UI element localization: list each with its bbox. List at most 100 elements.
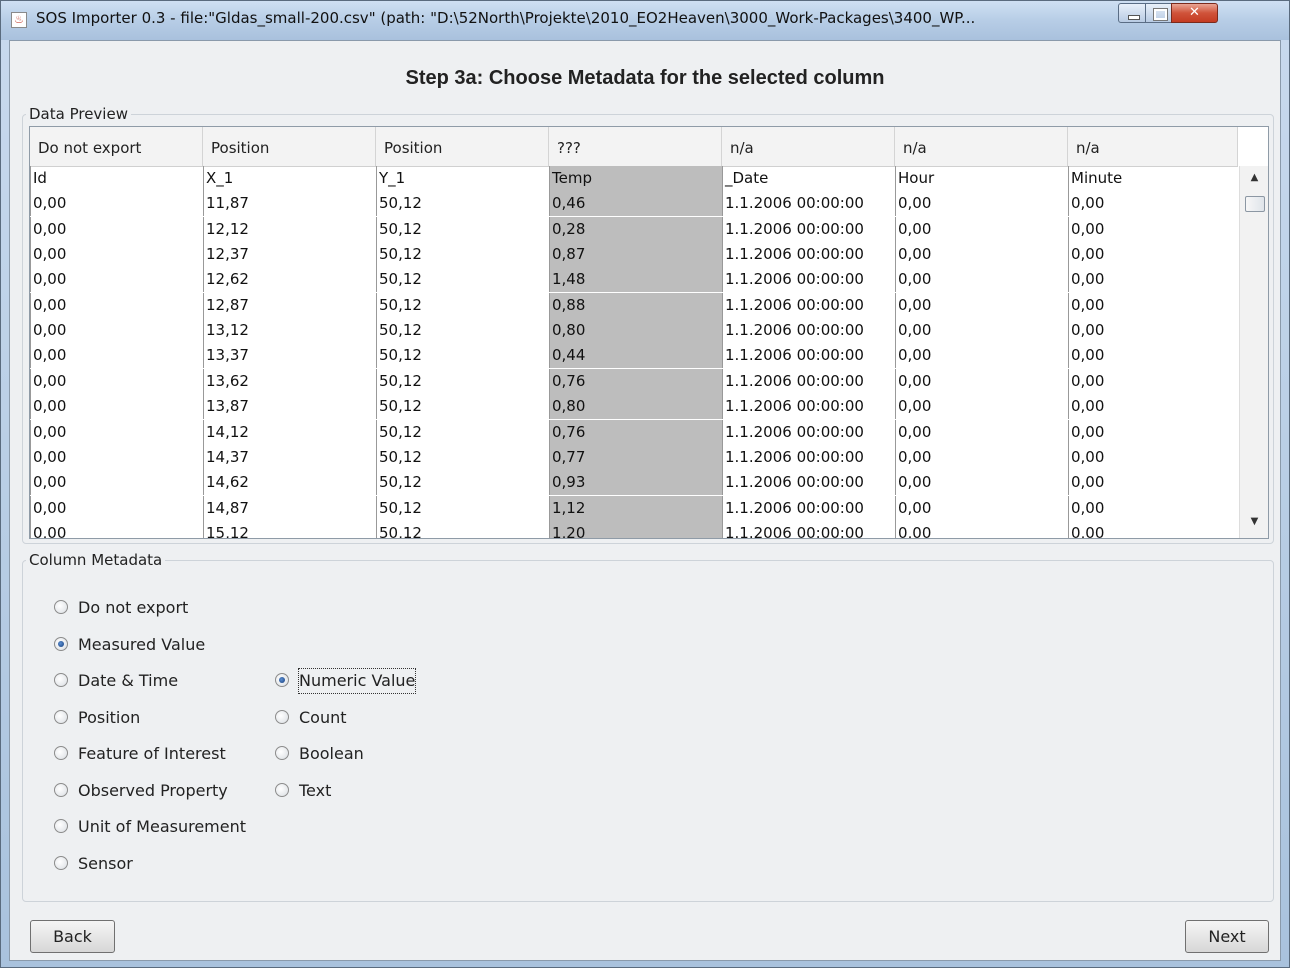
radio-unchecked-icon[interactable] bbox=[54, 673, 68, 687]
radio-label[interactable]: Feature of Interest bbox=[78, 742, 226, 766]
table-row[interactable]: 0,00 12,62 50,12 1,48 1.1.2006 00:00:00 0,00 0… bbox=[30, 267, 1238, 293]
table-row[interactable]: 0,00 15,12 50,12 1,20 1.1.2006 00:00:00 0,00 0… bbox=[30, 520, 1238, 538]
table-cell[interactable]: _Date bbox=[722, 166, 895, 191]
table-cell[interactable]: 0,44 bbox=[549, 343, 722, 369]
table-cell[interactable]: 0,00 bbox=[895, 292, 1068, 318]
table-cell[interactable]: 0,00 bbox=[1068, 267, 1238, 293]
table-row[interactable]: 0,00 14,87 50,12 1,12 1.1.2006 00:00:00 0,00 0… bbox=[30, 495, 1238, 521]
column-header[interactable]: Do not export bbox=[30, 127, 203, 166]
table-cell[interactable]: 0,28 bbox=[549, 216, 722, 242]
radio-unchecked-icon[interactable] bbox=[54, 855, 68, 870]
radio-label[interactable]: Observed Property bbox=[78, 779, 228, 803]
table-cell[interactable]: 15,12 bbox=[203, 520, 376, 538]
table-cell[interactable]: 50,12 bbox=[376, 520, 549, 538]
table-cell[interactable]: 1.1.2006 00:00:00 bbox=[722, 495, 895, 521]
table-cell[interactable]: 14,62 bbox=[203, 470, 376, 496]
radio-label[interactable]: Numeric Value bbox=[297, 668, 417, 694]
table-cell[interactable]: Temp bbox=[549, 166, 722, 191]
table-cell[interactable]: 0,00 bbox=[895, 343, 1068, 369]
table-cell[interactable]: 0,00 bbox=[1068, 242, 1238, 268]
table-row[interactable]: 0,00 12,87 50,12 0,88 1.1.2006 00:00:00 0,00 0… bbox=[30, 292, 1238, 318]
table-cell[interactable]: 1.1.2006 00:00:00 bbox=[722, 394, 895, 420]
table-cell[interactable]: 0,00 bbox=[30, 495, 203, 521]
radio-unchecked-icon[interactable] bbox=[54, 746, 68, 760]
table-cell[interactable]: 0,00 bbox=[30, 191, 203, 217]
table-row[interactable]: 0,00 13,12 50,12 0,80 1.1.2006 00:00:00 0,00 0… bbox=[30, 318, 1238, 344]
radio-label[interactable]: Position bbox=[78, 706, 140, 730]
column-header[interactable]: Position bbox=[376, 127, 549, 166]
table-cell[interactable]: 0,76 bbox=[549, 368, 722, 394]
table-cell[interactable]: 0,80 bbox=[549, 318, 722, 344]
scroll-up-icon[interactable]: ▲ bbox=[1240, 168, 1268, 188]
table-cell[interactable]: 50,12 bbox=[376, 292, 549, 318]
table-row[interactable]: 0,00 12,12 50,12 0,28 1.1.2006 00:00:00 0,00 0… bbox=[30, 216, 1238, 242]
table-cell[interactable]: 13,62 bbox=[203, 368, 376, 394]
table-cell[interactable]: 50,12 bbox=[376, 444, 549, 470]
table-cell[interactable]: 13,87 bbox=[203, 394, 376, 420]
table-cell[interactable]: 0,00 bbox=[1068, 444, 1238, 470]
minimize-button[interactable] bbox=[1118, 3, 1146, 23]
table-row[interactable]: 0,00 14,37 50,12 0,77 1.1.2006 00:00:00 0,00 0… bbox=[30, 444, 1238, 470]
radio-unchecked-icon[interactable] bbox=[275, 709, 289, 724]
maximize-button[interactable] bbox=[1145, 3, 1172, 23]
table-cell[interactable]: 50,12 bbox=[376, 419, 549, 445]
table-cell[interactable]: 12,37 bbox=[203, 242, 376, 268]
table-cell[interactable]: 14,37 bbox=[203, 444, 376, 470]
table-cell[interactable]: 0,00 bbox=[895, 267, 1068, 293]
column-header[interactable]: n/a bbox=[722, 127, 895, 166]
table-cell[interactable]: 1.1.2006 00:00:00 bbox=[722, 343, 895, 369]
table-cell[interactable]: 0,00 bbox=[895, 216, 1068, 242]
table-cell[interactable]: 12,12 bbox=[203, 216, 376, 242]
column-header[interactable]: Position bbox=[203, 127, 376, 166]
table-cell[interactable]: 1,48 bbox=[549, 267, 722, 293]
table-cell[interactable]: 0,00 bbox=[30, 292, 203, 318]
table-cell[interactable]: 50,12 bbox=[376, 242, 549, 268]
table-cell[interactable]: 0,00 bbox=[1068, 292, 1238, 318]
radio-label[interactable]: Do not export bbox=[78, 596, 188, 620]
table-cell[interactable]: Minute bbox=[1068, 166, 1238, 191]
table-cell[interactable]: 13,37 bbox=[203, 343, 376, 369]
table-cell[interactable]: 1.1.2006 00:00:00 bbox=[722, 242, 895, 268]
table-cell[interactable]: 0,87 bbox=[549, 242, 722, 268]
table-cell[interactable]: 0,00 bbox=[895, 318, 1068, 344]
table-cell[interactable]: 50,12 bbox=[376, 470, 549, 496]
table-cell[interactable]: 0,00 bbox=[1068, 419, 1238, 445]
table-cell[interactable]: 0,00 bbox=[895, 470, 1068, 496]
table-cell[interactable]: 0,00 bbox=[30, 216, 203, 242]
scroll-down-icon[interactable]: ▼ bbox=[1240, 512, 1268, 532]
radio-unchecked-icon[interactable] bbox=[275, 746, 289, 760]
radio-checked-icon[interactable] bbox=[54, 636, 68, 651]
table-cell[interactable]: 0,00 bbox=[895, 242, 1068, 268]
table-cell[interactable]: 50,12 bbox=[376, 267, 549, 293]
table-cell[interactable]: 0,00 bbox=[1068, 394, 1238, 420]
radio-unchecked-icon[interactable] bbox=[54, 782, 68, 797]
scroll-thumb[interactable] bbox=[1245, 196, 1265, 212]
table-cell[interactable]: 0,00 bbox=[30, 242, 203, 268]
table-row[interactable]: 0,00 13,62 50,12 0,76 1.1.2006 00:00:00 0,00 0… bbox=[30, 368, 1238, 394]
table-cell[interactable]: 0,93 bbox=[549, 470, 722, 496]
table-cell[interactable]: 1.1.2006 00:00:00 bbox=[722, 292, 895, 318]
table-cell[interactable]: 50,12 bbox=[376, 394, 549, 420]
table-cell[interactable]: 0,00 bbox=[30, 343, 203, 369]
title-bar[interactable]: ♨ SOS Importer 0.3 - file:"Gldas_small-2… bbox=[1, 1, 1289, 40]
table-cell[interactable]: 1.1.2006 00:00:00 bbox=[722, 191, 895, 217]
table-cell[interactable]: 0,00 bbox=[895, 191, 1068, 217]
table-cell[interactable]: 13,12 bbox=[203, 318, 376, 344]
table-cell[interactable]: 0,00 bbox=[1068, 343, 1238, 369]
radio-label[interactable]: Unit of Measurement bbox=[78, 815, 246, 839]
table-row[interactable]: 0,00 12,37 50,12 0,87 1.1.2006 00:00:00 0,00 0… bbox=[30, 242, 1238, 268]
table-row[interactable]: Id X_1 Y_1 Temp _Date Hour Minute bbox=[30, 166, 1238, 191]
table-cell[interactable]: 12,62 bbox=[203, 267, 376, 293]
table-cell[interactable]: 50,12 bbox=[376, 343, 549, 369]
table-cell[interactable]: 14,12 bbox=[203, 419, 376, 445]
table-cell[interactable]: 0,77 bbox=[549, 444, 722, 470]
table-cell[interactable]: 1,12 bbox=[549, 495, 722, 521]
table-cell[interactable]: 1.1.2006 00:00:00 bbox=[722, 470, 895, 496]
table-cell[interactable]: 50,12 bbox=[376, 216, 549, 242]
table-cell[interactable]: 0,76 bbox=[549, 419, 722, 445]
table-cell[interactable]: 1,20 bbox=[549, 520, 722, 538]
table-cell[interactable]: 0,00 bbox=[1068, 191, 1238, 217]
table-row[interactable]: 0,00 14,12 50,12 0,76 1.1.2006 00:00:00 0,00 0… bbox=[30, 419, 1238, 445]
table-cell[interactable]: X_1 bbox=[203, 166, 376, 191]
table-cell[interactable]: 11,87 bbox=[203, 191, 376, 217]
